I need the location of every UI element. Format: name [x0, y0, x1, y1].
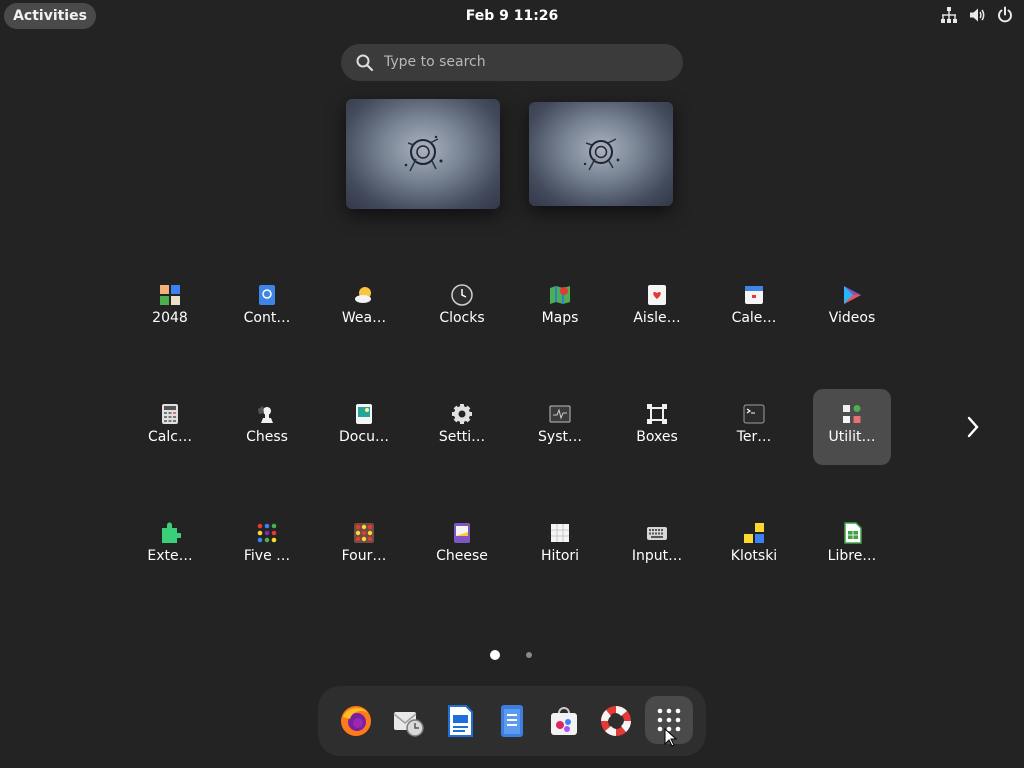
- workspace-thumbnail-2[interactable]: [529, 102, 673, 206]
- app-label: Boxes: [636, 429, 678, 445]
- app-tile-hitori[interactable]: Hitori: [521, 508, 599, 584]
- app-tile-utilities-folder[interactable]: Utilit…: [813, 389, 891, 465]
- app-label: Klotski: [730, 548, 778, 564]
- app-label: Exte…: [147, 548, 193, 564]
- show-apps-button[interactable]: [645, 696, 693, 747]
- top-bar: Activities Feb 9 11:26: [0, 0, 1024, 32]
- app-label: Aisle…: [633, 310, 681, 326]
- calendar-icon: [745, 286, 763, 304]
- cheese-icon: [454, 523, 470, 543]
- libreoffice-calc-icon: [844, 522, 862, 544]
- app-tile-libreoffice-calc[interactable]: Libre…: [813, 508, 891, 584]
- search-entry[interactable]: Type to search: [341, 44, 683, 81]
- terminal-icon: [743, 404, 765, 424]
- system-tray[interactable]: [940, 6, 1014, 26]
- page-dot[interactable]: [526, 652, 532, 658]
- four-in-a-row-icon: [354, 523, 374, 543]
- app-tile-four-in-a-row[interactable]: Four…: [325, 508, 403, 584]
- app-tile-klotski[interactable]: Klotski: [715, 508, 793, 584]
- app-label: Docu…: [339, 429, 389, 445]
- app-label: Hitori: [540, 548, 580, 564]
- page-dot[interactable]: [490, 650, 500, 660]
- app-tile-settings[interactable]: Setti…: [423, 389, 501, 465]
- app-tile-maps[interactable]: Maps: [521, 270, 599, 346]
- app-label: Utilit…: [828, 429, 876, 445]
- next-page-arrow-icon[interactable]: [962, 412, 984, 442]
- app-label: Calc…: [148, 429, 192, 445]
- app-label: Videos: [828, 310, 876, 326]
- videos-icon: [844, 286, 861, 304]
- contacts-icon: [259, 285, 275, 305]
- evolution-mail-icon[interactable]: [390, 703, 426, 739]
- app-tile-system-monitor[interactable]: Syst…: [521, 389, 599, 465]
- app-tile-weather[interactable]: Wea…: [325, 270, 403, 346]
- text-editor-icon[interactable]: [494, 703, 530, 739]
- 2048-icon: [160, 285, 180, 305]
- maps-icon: [550, 286, 570, 304]
- app-tile-chess[interactable]: Chess: [228, 389, 306, 465]
- input-method-icon: [647, 527, 667, 540]
- help-icon[interactable]: [598, 703, 634, 739]
- workspace-thumbnail-1[interactable]: [346, 99, 500, 209]
- app-label: Clocks: [439, 310, 485, 326]
- app-tile-videos[interactable]: Videos: [813, 270, 891, 346]
- app-tile-calculator[interactable]: Calc…: [131, 389, 209, 465]
- app-label: Chess: [246, 429, 288, 445]
- app-tile-boxes[interactable]: Boxes: [618, 389, 696, 465]
- document-viewer-icon: [356, 404, 372, 424]
- klotski-icon: [744, 523, 764, 543]
- libreoffice-writer-icon[interactable]: [442, 703, 478, 739]
- app-label: Maps: [541, 310, 579, 326]
- app-label: Input…: [631, 548, 683, 564]
- search-icon: [356, 54, 374, 72]
- app-label: Four…: [341, 548, 387, 564]
- app-tile-calendar[interactable]: Cale…: [715, 270, 793, 346]
- app-label: Cont…: [243, 310, 291, 326]
- extensions-icon: [162, 522, 181, 543]
- app-label: Cale…: [731, 310, 777, 326]
- app-tile-terminal[interactable]: Ter…: [715, 389, 793, 465]
- app-tile-2048[interactable]: 2048: [131, 270, 209, 346]
- software-center-icon[interactable]: [546, 703, 582, 739]
- app-tile-contacts[interactable]: Cont…: [228, 270, 306, 346]
- clock[interactable]: Feb 9 11:26: [412, 0, 612, 32]
- app-tile-document-viewer[interactable]: Docu…: [325, 389, 403, 465]
- network-icon[interactable]: [940, 6, 958, 24]
- app-label: Wea…: [341, 310, 387, 326]
- five-or-more-icon: [257, 523, 277, 543]
- system-monitor-icon: [549, 405, 571, 423]
- app-label: Cheese: [436, 548, 488, 564]
- aisleriot-icon: [648, 285, 666, 305]
- mouse-cursor-icon: [664, 728, 678, 747]
- app-label: Libre…: [827, 548, 877, 564]
- app-tile-clocks[interactable]: Clocks: [423, 270, 501, 346]
- app-tile-cheese[interactable]: Cheese: [423, 508, 501, 584]
- calculator-icon: [162, 404, 178, 424]
- boxes-icon: [647, 404, 667, 424]
- debian-swirl-icon: [404, 135, 443, 172]
- app-label: Five …: [243, 548, 291, 564]
- clocks-icon: [451, 284, 473, 306]
- volume-icon[interactable]: [968, 6, 986, 24]
- debian-swirl-icon: [583, 138, 620, 171]
- app-label: 2048: [152, 310, 188, 326]
- weather-icon: [355, 287, 371, 303]
- app-tile-input-method[interactable]: Input…: [618, 508, 696, 584]
- firefox-icon[interactable]: [338, 703, 374, 739]
- chess-icon: [258, 406, 273, 423]
- dash: [318, 686, 706, 756]
- app-label: Ter…: [736, 429, 772, 445]
- utilities-folder-icon: [843, 405, 861, 423]
- app-tile-aisleriot[interactable]: Aisle…: [618, 270, 696, 346]
- app-tile-extensions[interactable]: Exte…: [131, 508, 209, 584]
- activities-button[interactable]: Activities: [4, 3, 96, 29]
- power-icon[interactable]: [996, 6, 1014, 24]
- settings-icon: [452, 404, 472, 424]
- app-label: Syst…: [538, 429, 582, 445]
- app-label: Setti…: [438, 429, 486, 445]
- search-placeholder: Type to search: [384, 54, 486, 70]
- hitori-icon: [551, 524, 569, 542]
- app-tile-five-or-more[interactable]: Five …: [228, 508, 306, 584]
